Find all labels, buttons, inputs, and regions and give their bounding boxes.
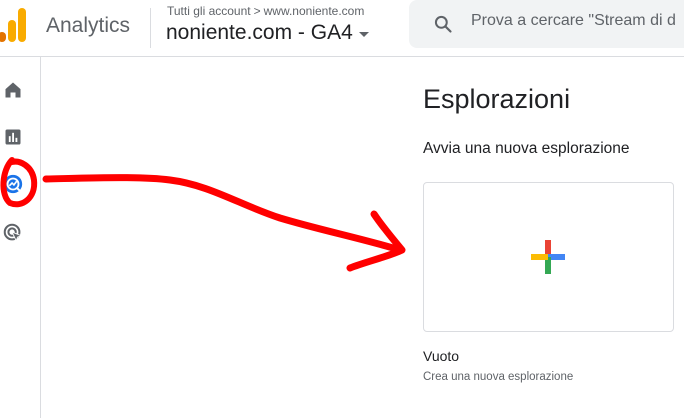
page-title: Esplorazioni: [423, 84, 571, 114]
plus-icon: [531, 240, 565, 274]
explore-icon: [3, 174, 23, 194]
breadcrumb-parent[interactable]: Tutti gli account: [167, 4, 251, 18]
app-name: Analytics: [46, 14, 131, 37]
nav-reports[interactable]: [2, 126, 24, 148]
breadcrumb-account[interactable]: www.noniente.com: [264, 4, 365, 18]
search-icon: [434, 15, 452, 33]
bar-chart-icon: [5, 129, 21, 145]
nav-advertising[interactable]: [2, 222, 24, 244]
nav-explore[interactable]: [2, 173, 24, 195]
section-subtitle: Avvia una nuova esplorazione: [423, 140, 630, 157]
search-input[interactable]: [471, 12, 684, 30]
property-selector[interactable]: noniente.com - GA4: [166, 21, 369, 45]
property-name[interactable]: noniente.com - GA4: [166, 21, 353, 45]
search-bar[interactable]: [409, 0, 684, 48]
blank-exploration-card[interactable]: [423, 182, 674, 332]
template-label[interactable]: Vuoto: [423, 348, 459, 364]
breadcrumb[interactable]: Tutti gli account > www.noniente.com: [167, 4, 364, 18]
template-description: Crea una nuova esplorazione: [423, 371, 574, 383]
breadcrumb-separator: >: [253, 4, 261, 18]
nav-home[interactable]: [2, 79, 24, 101]
advertising-icon: [3, 223, 23, 242]
top-app-bar: Analytics Tutti gli account > www.nonien…: [0, 0, 684, 57]
caret-down-icon[interactable]: [358, 32, 369, 37]
annotation-arrow-head: [346, 210, 406, 272]
header-divider: [150, 8, 151, 48]
home-icon: [5, 82, 21, 98]
analytics-logo-icon[interactable]: [0, 8, 28, 42]
left-nav: [0, 57, 41, 418]
annotation-arrow-shaft: [42, 174, 404, 254]
